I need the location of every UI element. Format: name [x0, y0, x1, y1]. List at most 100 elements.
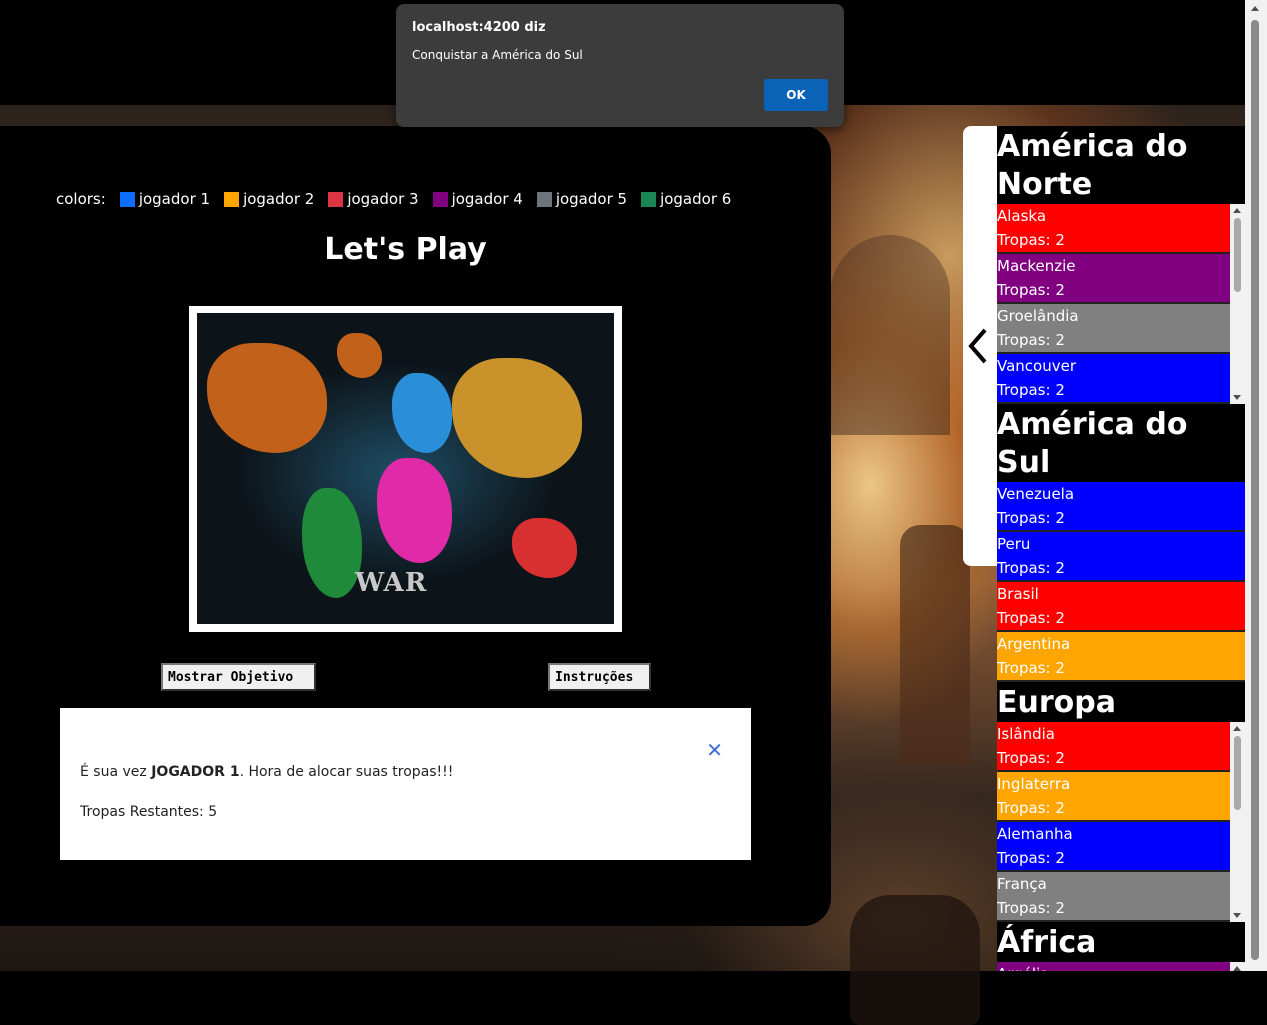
country-item[interactable]: Argentina Tropas: 2 [997, 632, 1245, 682]
country-troops: Tropas: 2 [997, 799, 1065, 817]
continent-sidebar: América do Norte Alaska Tropas: 2 Mackenzie… [997, 126, 1245, 971]
country-item[interactable]: Islândia Tropas: 2 [997, 722, 1230, 772]
country-name: Groelândia [997, 307, 1079, 325]
show-objective-button[interactable]: Mostrar Objetivo [161, 663, 316, 691]
country-troops: Tropas: 2 [997, 659, 1065, 677]
legend-swatch [328, 191, 344, 207]
legend-swatch [536, 191, 552, 207]
legend-label: colors: [56, 190, 106, 208]
legend-item-player-5: jogador 5 [536, 190, 628, 208]
continent-heading: América do Sul [997, 404, 1245, 482]
turn-suffix: . Hora de alocar suas tropas!!! [239, 764, 454, 780]
country-item[interactable]: Brasil Tropas: 2 [997, 582, 1245, 632]
world-map: WAR [197, 313, 614, 624]
country-item[interactable]: Peru Tropas: 2 [997, 532, 1245, 582]
legend-player-name: jogador 6 [660, 190, 732, 208]
legend-item-player-4: jogador 4 [432, 190, 523, 208]
legend-item-player-3: jogador 3 [328, 190, 419, 208]
europe-region [392, 373, 452, 453]
country-item[interactable]: Alaska Tropas: 2 [997, 204, 1230, 254]
legend-swatch [641, 191, 657, 207]
legend-player-name: jogador 1 [138, 190, 211, 208]
soldiers-silhouette [850, 895, 980, 1025]
legend-swatch [432, 191, 448, 207]
country-name: Alemanha [997, 825, 1073, 843]
country-name: Mackenzie [997, 257, 1076, 275]
legend-player-name: jogador 4 [451, 190, 523, 208]
country-list: ArgéliaTropas: 2 [997, 962, 1245, 971]
country-troops: Tropas: 2 [997, 899, 1065, 917]
scroll-up-icon[interactable] [1251, 6, 1259, 11]
scroll-thumb[interactable] [1234, 218, 1241, 292]
alert-dialog: localhost:4200 diz Conquistar a América … [396, 4, 844, 127]
country-item[interactable]: ArgéliaTropas: 2 [997, 962, 1230, 971]
alert-ok-button[interactable]: OK [764, 79, 828, 111]
country-item[interactable]: Alemanha Tropas: 2 [997, 822, 1230, 872]
south-america-region [302, 488, 362, 598]
country-item[interactable]: Venezuela Tropas: 2 [997, 482, 1245, 532]
africa-region [377, 458, 452, 563]
scroll-down-icon[interactable] [1233, 913, 1241, 918]
country-item[interactable]: Inglaterra Tropas: 2 [997, 772, 1230, 822]
sidebar-toggle[interactable] [963, 126, 997, 566]
remaining-troops: Tropas Restantes: 5 [80, 804, 218, 820]
legend-item-player-2: jogador 2 [224, 190, 314, 208]
asia-region [452, 358, 582, 478]
country-item[interactable]: Vancouver Tropas: 2 [997, 354, 1230, 404]
war-board-image: WAR [189, 306, 622, 632]
turn-prefix: É sua vez [80, 764, 152, 780]
country-name: Venezuela [997, 485, 1075, 503]
instructions-button[interactable]: Instruções [548, 663, 651, 691]
country-name: Peru [997, 535, 1031, 553]
country-name: Inglaterra [997, 775, 1071, 793]
country-list-scrollbar[interactable] [1230, 722, 1245, 922]
legend-player-name: jogador 2 [243, 190, 315, 208]
country-troops: Tropas: 2 [997, 559, 1065, 577]
legend-item-player-6: jogador 6 [641, 190, 731, 208]
scroll-up-icon[interactable] [1233, 966, 1241, 971]
legend-player-name: jogador 5 [555, 190, 628, 208]
country-list: Alaska Tropas: 2 Mackenzie Tropas: 2 Groelân… [997, 204, 1245, 404]
country-name: Argentina [997, 635, 1071, 653]
page-title: Let's Play [324, 232, 487, 267]
country-troops: Tropas: 2 [997, 749, 1065, 767]
country-list: Venezuela Tropas: 2 Peru Tropas: 2 Brasil Tro… [997, 482, 1245, 682]
country-name: Argélia [997, 962, 1230, 971]
north-america-region [207, 343, 327, 453]
legend-swatch [224, 191, 240, 207]
country-list-scrollbar[interactable] [1230, 204, 1245, 404]
scroll-up-icon[interactable] [1233, 726, 1241, 731]
close-icon[interactable]: ✕ [706, 738, 723, 762]
country-name: Islândia [997, 725, 1055, 743]
scroll-down-icon[interactable] [1233, 395, 1241, 400]
country-list-scrollbar[interactable] [1230, 962, 1245, 971]
country-troops: Tropas: 2 [997, 849, 1065, 867]
continent-heading: América do Norte [997, 126, 1245, 204]
turn-message: É sua vez JOGADOR 1. Hora de alocar suas… [80, 764, 453, 780]
country-name: Vancouver [997, 357, 1076, 375]
continent-heading: Europa [997, 682, 1245, 722]
scroll-up-icon[interactable] [1233, 208, 1241, 213]
alert-title: localhost:4200 diz [412, 20, 546, 35]
country-troops: Tropas: 2 [997, 381, 1065, 399]
legend-player-name: jogador 3 [347, 190, 419, 208]
page-scrollbar[interactable] [1245, 0, 1267, 971]
country-item[interactable]: Mackenzie Tropas: 2 [997, 254, 1230, 304]
country-troops: Tropas: 2 [997, 331, 1065, 349]
country-name: França [997, 875, 1047, 893]
statue-silhouette [900, 525, 970, 765]
alert-message: Conquistar a América do Sul [412, 48, 583, 62]
country-item[interactable]: França Tropas: 2 [997, 872, 1230, 922]
war-logo: WAR [355, 568, 428, 598]
capitol-dome [830, 235, 950, 435]
turn-message-box: ✕ É sua vez JOGADOR 1. Hora de alocar su… [60, 708, 751, 860]
legend-swatch [119, 191, 135, 207]
page-scroll-thumb[interactable] [1251, 20, 1259, 960]
current-player: JOGADOR 1 [151, 764, 240, 780]
country-list: Islândia Tropas: 2 Inglaterra Tropas: 2 Alem… [997, 722, 1245, 922]
country-troops: Tropas: 2 [997, 281, 1065, 299]
country-item[interactable]: Groelândia Tropas: 2 [997, 304, 1230, 354]
chevron-left-icon [968, 328, 987, 364]
country-name: Brasil [997, 585, 1039, 603]
scroll-thumb[interactable] [1234, 736, 1241, 810]
